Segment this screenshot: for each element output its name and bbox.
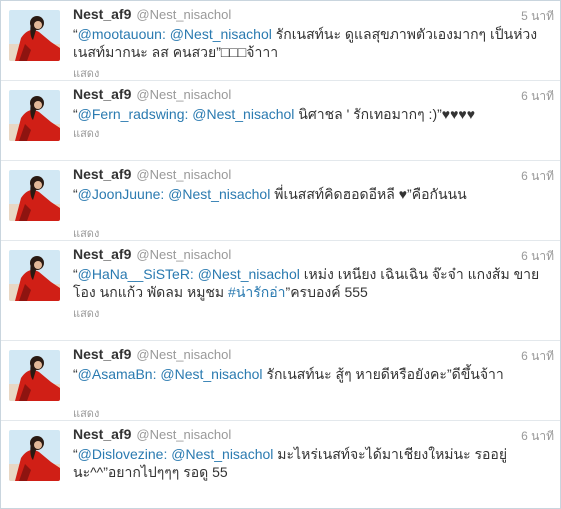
user-display-name[interactable]: Nest_af9 bbox=[73, 246, 131, 262]
user-handle[interactable]: @Nest_nisachol bbox=[136, 167, 231, 182]
mention-link[interactable]: @Nest_nisachol bbox=[192, 106, 294, 122]
tweet-header: Nest_af9 @Nest_nisachol 6 นาที bbox=[73, 426, 554, 444]
tweet-text: “@HaNa__SiSTeR: @Nest_nisachol เหม่ง เหน… bbox=[73, 265, 555, 301]
tweet-body-text-end: ”ครบองค์ 555 bbox=[285, 284, 368, 300]
tweet-item[interactable]: Nest_af9 @Nest_nisachol 6 นาที “@Fern_radsw… bbox=[1, 81, 560, 161]
tweet-timestamp[interactable]: 6 นาที bbox=[521, 167, 554, 186]
hashtag-link[interactable]: #น่ารักอ่า bbox=[228, 284, 285, 300]
tweet-body-text: พี่เนสสท์คิดฮอดอีหลี ♥”คือกันนน bbox=[270, 186, 467, 202]
mention-link[interactable]: @Nest_nisachol bbox=[168, 186, 270, 202]
tweet-timeline: Nest_af9 @Nest_nisachol 5 นาที “@mootauoun:… bbox=[0, 0, 561, 509]
expand-link[interactable]: แสดง bbox=[73, 304, 99, 322]
tweet-item[interactable]: Nest_af9 @Nest_nisachol 6 นาที “@AsamaBn: @… bbox=[1, 341, 560, 421]
expand-link[interactable]: แสดง bbox=[73, 64, 99, 82]
avatar[interactable] bbox=[9, 350, 60, 401]
profile-photo-graphic bbox=[9, 350, 60, 401]
tweet-timestamp[interactable]: 6 นาที bbox=[521, 347, 554, 366]
avatar[interactable] bbox=[9, 430, 60, 481]
tweet-timestamp[interactable]: 5 นาที bbox=[521, 7, 554, 26]
expand-link[interactable]: แสดง bbox=[73, 224, 99, 242]
profile-photo-graphic bbox=[9, 170, 60, 221]
tweet-item[interactable]: Nest_af9 @Nest_nisachol 6 นาที “@HaNa__SiST… bbox=[1, 241, 560, 341]
tweet-text: “@Dislovezine: @Nest_nisachol มะไหร่เนสท… bbox=[73, 445, 555, 481]
avatar[interactable] bbox=[9, 170, 60, 221]
user-display-name[interactable]: Nest_af9 bbox=[73, 426, 131, 442]
user-handle[interactable]: @Nest_nisachol bbox=[136, 347, 231, 362]
tweet-header: Nest_af9 @Nest_nisachol 6 นาที bbox=[73, 346, 554, 364]
tweet-timestamp[interactable]: 6 นาที bbox=[521, 87, 554, 106]
user-display-name[interactable]: Nest_af9 bbox=[73, 166, 131, 182]
tweet-item[interactable]: Nest_af9 @Nest_nisachol 5 นาที “@mootauoun:… bbox=[1, 1, 560, 81]
mention-link[interactable]: @Dislovezine: bbox=[78, 446, 168, 462]
profile-photo-graphic bbox=[9, 10, 60, 61]
tweet-body-text: นิศาชล ' รักเทอมากๆ :)”♥♥♥♥ bbox=[294, 106, 476, 122]
tweet-text: “@mootauoun: @Nest_nisachol รักเนสท์นะ ด… bbox=[73, 25, 555, 61]
mention-link[interactable]: @AsamaBn: bbox=[78, 366, 157, 382]
tweet-header: Nest_af9 @Nest_nisachol 6 นาที bbox=[73, 246, 554, 264]
tweet-header: Nest_af9 @Nest_nisachol 6 นาที bbox=[73, 166, 554, 184]
user-handle[interactable]: @Nest_nisachol bbox=[136, 427, 231, 442]
user-display-name[interactable]: Nest_af9 bbox=[73, 346, 131, 362]
mention-link[interactable]: @Nest_nisachol bbox=[170, 26, 272, 42]
mention-link[interactable]: @Fern_radswing: bbox=[78, 106, 189, 122]
tweet-text: “@JoonJuune: @Nest_nisachol พี่เนสสท์คิด… bbox=[73, 185, 555, 203]
tweet-text: “@Fern_radswing: @Nest_nisachol นิศาชล '… bbox=[73, 105, 555, 123]
mention-link[interactable]: @JoonJuune: bbox=[78, 186, 165, 202]
tweet-item[interactable]: Nest_af9 @Nest_nisachol 6 นาที “@Dislovezin… bbox=[1, 421, 560, 508]
avatar[interactable] bbox=[9, 10, 60, 61]
mention-link[interactable]: @Nest_nisachol bbox=[171, 446, 273, 462]
user-handle[interactable]: @Nest_nisachol bbox=[136, 247, 231, 262]
tweet-timestamp[interactable]: 6 นาที bbox=[521, 427, 554, 446]
profile-photo-graphic bbox=[9, 250, 60, 301]
tweet-header: Nest_af9 @Nest_nisachol 6 นาที bbox=[73, 86, 554, 104]
mention-link[interactable]: @Nest_nisachol bbox=[198, 266, 300, 282]
tweet-item[interactable]: Nest_af9 @Nest_nisachol 6 นาที “@JoonJuune:… bbox=[1, 161, 560, 241]
avatar[interactable] bbox=[9, 90, 60, 141]
avatar[interactable] bbox=[9, 250, 60, 301]
expand-link[interactable]: แสดง bbox=[73, 404, 99, 422]
mention-link[interactable]: @Nest_nisachol bbox=[160, 366, 262, 382]
tweet-timestamp[interactable]: 6 นาที bbox=[521, 247, 554, 266]
profile-photo-graphic bbox=[9, 90, 60, 141]
user-handle[interactable]: @Nest_nisachol bbox=[136, 87, 231, 102]
user-display-name[interactable]: Nest_af9 bbox=[73, 6, 131, 22]
mention-link[interactable]: @HaNa__SiSTeR: bbox=[78, 266, 194, 282]
expand-link[interactable]: แสดง bbox=[73, 124, 99, 142]
mention-link[interactable]: @mootauoun: bbox=[78, 26, 166, 42]
user-handle[interactable]: @Nest_nisachol bbox=[136, 7, 231, 22]
tweet-text: “@AsamaBn: @Nest_nisachol รักเนสท์นะ สู้… bbox=[73, 365, 555, 383]
tweet-header: Nest_af9 @Nest_nisachol 5 นาที bbox=[73, 6, 554, 24]
profile-photo-graphic bbox=[9, 430, 60, 481]
user-display-name[interactable]: Nest_af9 bbox=[73, 86, 131, 102]
tweet-body-text: รักเนสท์นะ สู้ๆ หายดีหรือยังคะ”ดีขึ้นจ้า… bbox=[262, 366, 504, 382]
